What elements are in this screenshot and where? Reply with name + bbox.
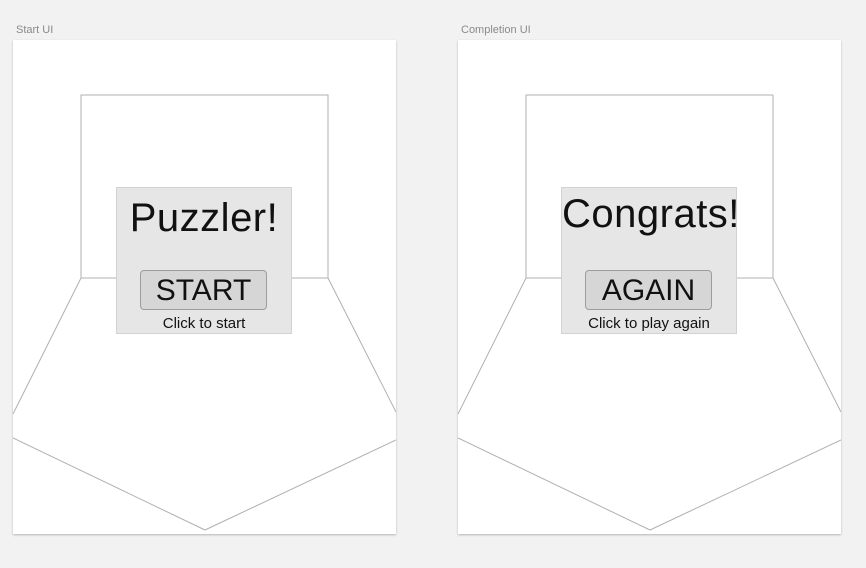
wireframe-left-edge — [458, 277, 527, 415]
wireframe-bottom-left — [458, 437, 651, 531]
wireframe-left-edge — [13, 277, 82, 415]
artboard-title-completion: Completion UI — [461, 24, 531, 36]
again-button[interactable]: AGAIN — [585, 270, 712, 310]
artboard-title-start: Start UI — [16, 24, 54, 36]
completion-panel: Congrats! AGAIN Click to play again — [561, 187, 740, 334]
again-caption: Click to play again — [588, 315, 710, 332]
wireframe-right-edge — [327, 277, 396, 413]
start-ui-artboard: Puzzler! START Click to start — [13, 40, 396, 534]
wireframe-bottom-right — [204, 439, 396, 531]
wireframe-right-edge — [772, 277, 841, 413]
completion-ui-artboard: Congrats! AGAIN Click to play again — [458, 40, 841, 534]
start-panel: Puzzler! START Click to start — [116, 187, 292, 334]
start-caption: Click to start — [162, 315, 246, 332]
congrats-title: Congrats! — [562, 192, 740, 236]
wireframe-bottom-right — [649, 439, 841, 531]
game-title: Puzzler! — [129, 196, 279, 240]
start-button[interactable]: START — [140, 270, 267, 310]
wireframe-bottom-left — [13, 437, 206, 531]
